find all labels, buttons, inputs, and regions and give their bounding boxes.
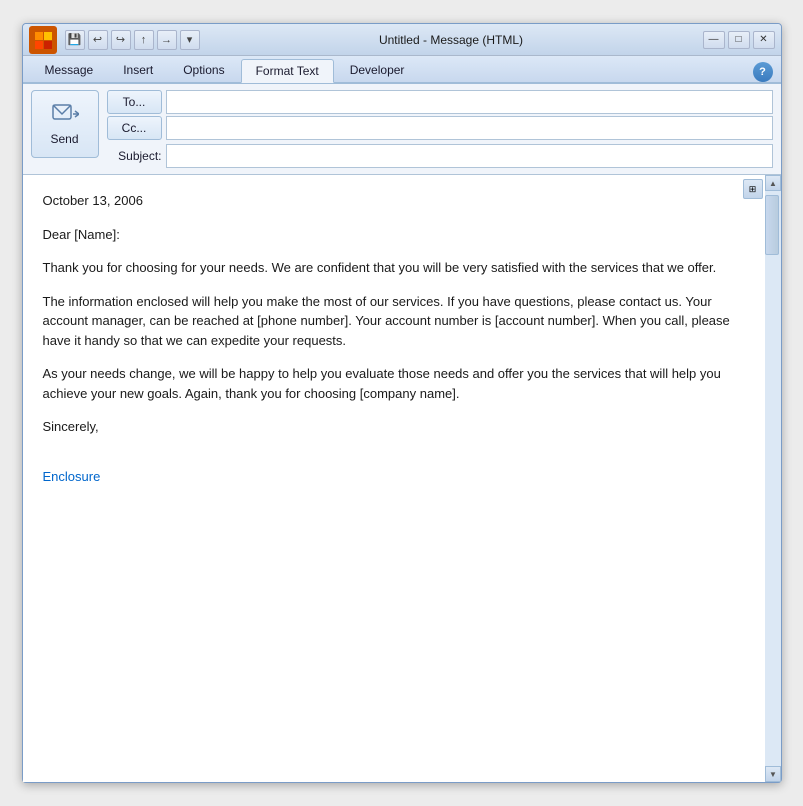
scrollbar: ▲ ▼ [765,175,781,782]
scroll-down-arrow[interactable]: ▼ [765,766,781,782]
undo-tool-btn[interactable]: ↩ [88,30,108,50]
outlook-window: 💾 ↩ ↪ ↑ → ▾ Untitled - Message (HTML) — … [22,23,782,783]
message-closing: Sincerely, [43,417,745,437]
maximize-button[interactable]: □ [728,31,750,49]
titlebar: 💾 ↩ ↪ ↑ → ▾ Untitled - Message (HTML) — … [23,24,781,56]
redo-tool-btn[interactable]: ↪ [111,30,131,50]
scroll-up-arrow[interactable]: ▲ [765,175,781,191]
subject-row: Subject: [107,144,773,168]
to-row: To... [107,90,773,114]
to-input[interactable] [166,90,773,114]
window-title: Untitled - Message (HTML) [204,33,699,47]
up-tool-btn[interactable]: ↑ [134,30,154,50]
email-form: Send To... Cc... Subject: [23,84,781,175]
email-fields: To... Cc... Subject: [107,90,773,168]
scroll-thumb[interactable] [765,195,779,255]
tab-format-text[interactable]: Format Text [241,59,334,83]
quick-access-toolbar: 💾 ↩ ↪ ↑ → ▾ [65,30,200,50]
subject-label: Subject: [107,149,162,163]
save-tool-btn[interactable]: 💾 [65,30,85,50]
scroll-track[interactable] [765,191,781,766]
message-body[interactable]: October 13, 2006 Dear [Name]: Thank you … [23,175,765,782]
message-date: October 13, 2006 [43,191,745,211]
forward-tool-btn[interactable]: → [157,30,177,50]
to-button[interactable]: To... [107,90,162,114]
send-label: Send [50,132,78,146]
message-greeting: Dear [Name]: [43,225,745,245]
ribbon-tabs: Message Insert Options Format Text Devel… [23,56,781,84]
help-button[interactable]: ? [753,62,773,82]
cc-button[interactable]: Cc... [107,116,162,140]
tab-insert[interactable]: Insert [109,58,167,82]
send-icon [51,103,79,129]
cc-row: Cc... [107,116,773,140]
message-para2: The information enclosed will help you m… [43,292,745,351]
tab-message[interactable]: Message [31,58,108,82]
pin-tool-btn[interactable]: ▾ [180,30,200,50]
send-button[interactable]: Send [31,90,99,158]
expand-btn[interactable]: ⊞ [743,179,763,199]
window-controls: — □ ✕ [703,31,775,49]
minimize-button[interactable]: — [703,31,725,49]
message-para3: As your needs change, we will be happy t… [43,364,745,403]
tab-developer[interactable]: Developer [336,58,419,82]
subject-input[interactable] [166,144,773,168]
cc-input[interactable] [166,116,773,140]
office-logo [29,26,57,54]
message-enclosure: Enclosure [43,467,745,487]
message-para1: Thank you for choosing for your needs. W… [43,258,745,278]
close-button[interactable]: ✕ [753,31,775,49]
message-area: ⊞ October 13, 2006 Dear [Name]: Thank yo… [23,175,781,782]
tab-options[interactable]: Options [169,58,238,82]
